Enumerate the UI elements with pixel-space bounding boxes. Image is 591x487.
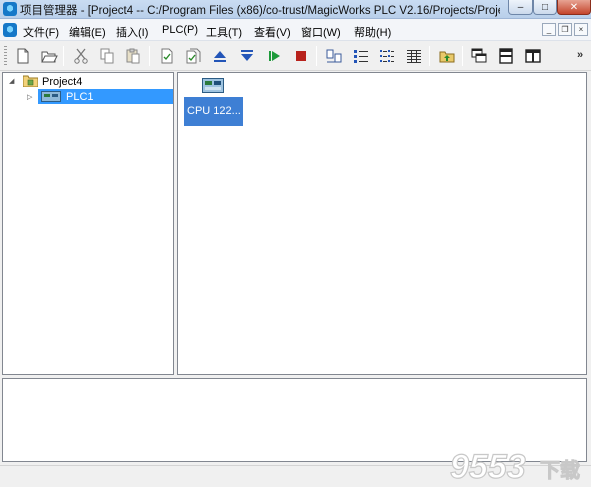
toolbar-overflow-button[interactable]: » [577, 49, 583, 61]
upload-icon[interactable] [211, 47, 229, 65]
menu-window[interactable]: 窗口(W) [301, 24, 341, 40]
grid-view-icon[interactable] [405, 47, 423, 65]
copy-icon[interactable] [98, 47, 116, 65]
toolbar-separator [462, 46, 463, 66]
network-scan-icon[interactable] [325, 47, 343, 65]
toolbar-separator [63, 46, 64, 66]
maximize-icon: □ [541, 2, 549, 13]
run-icon[interactable] [265, 47, 283, 65]
toolbar: » [0, 41, 591, 71]
split-horizontal-icon[interactable] [497, 47, 515, 65]
tree-expand-arrow-icon[interactable]: ▷ [27, 93, 32, 101]
device-view-panel[interactable]: CPU 122... [177, 72, 587, 375]
split-vertical-icon[interactable] [524, 47, 542, 65]
stop-icon[interactable] [292, 47, 310, 65]
app-logo-icon[interactable] [3, 2, 17, 16]
title-bar: 项目管理器 - [Project4 -- C:/Program Files (x… [0, 0, 591, 19]
paste-icon[interactable] [124, 47, 142, 65]
project-folder-icon [23, 75, 38, 87]
watermark-logo: 9553 下载 [449, 449, 580, 485]
toolbar-grip[interactable] [4, 46, 7, 66]
menu-plc[interactable]: PLC(P) [162, 24, 198, 36]
menu-bar: 文件(F) 编辑(E) 插入(I) PLC(P) 工具(T) 查看(V) 窗口(… [0, 19, 591, 41]
window-title: 项目管理器 - [Project4 -- C:/Program Files (x… [20, 5, 500, 17]
new-file-icon[interactable] [14, 47, 32, 65]
close-icon: ✕ [569, 2, 579, 13]
list-view-icon[interactable] [352, 47, 370, 65]
menu-view[interactable]: 查看(V) [254, 24, 291, 40]
toolbar-separator [429, 46, 430, 66]
mdi-close-button[interactable]: × [574, 23, 588, 36]
minimize-icon: – [517, 2, 524, 13]
document-window-icon[interactable] [3, 23, 17, 37]
minimize-button[interactable]: – [508, 0, 533, 15]
close-button[interactable]: ✕ [557, 0, 591, 15]
menu-help[interactable]: 帮助(H) [354, 24, 391, 40]
mdi-restore-button[interactable]: ❐ [558, 23, 572, 36]
menu-file[interactable]: 文件(F) [23, 24, 59, 40]
mdi-minimize-button[interactable]: _ [542, 23, 556, 36]
device-card-label: CPU 122... [187, 105, 241, 117]
watermark-suffix: 下载 [540, 458, 580, 482]
toolbar-separator [316, 46, 317, 66]
device-card-cpu[interactable]: CPU 122... [184, 97, 243, 126]
cut-icon[interactable] [72, 47, 90, 65]
detail-view-icon[interactable] [378, 47, 396, 65]
plc-device-icon [41, 91, 61, 102]
windows-cascade-icon[interactable] [470, 47, 488, 65]
open-folder-icon[interactable] [40, 47, 58, 65]
maximize-button[interactable]: □ [533, 0, 557, 15]
menu-insert[interactable]: 插入(I) [116, 24, 148, 40]
toolbar-separator [149, 46, 150, 66]
menu-tools[interactable]: 工具(T) [206, 24, 242, 40]
cpu-module-icon [202, 78, 224, 93]
tree-collapse-arrow-icon[interactable]: ◢ [9, 77, 14, 85]
project-tree-panel[interactable]: ◢ Project4 ▷ PLC1 [2, 72, 174, 375]
menu-edit[interactable]: 编辑(E) [69, 24, 106, 40]
folder-up-icon[interactable] [438, 47, 456, 65]
compile-icon[interactable] [158, 47, 176, 65]
compile-all-icon[interactable] [184, 47, 202, 65]
tree-item-plc1[interactable]: PLC1 [66, 91, 94, 103]
download-icon[interactable] [238, 47, 256, 65]
watermark-text: 9553 [450, 449, 526, 485]
tree-item-project[interactable]: Project4 [42, 76, 82, 88]
